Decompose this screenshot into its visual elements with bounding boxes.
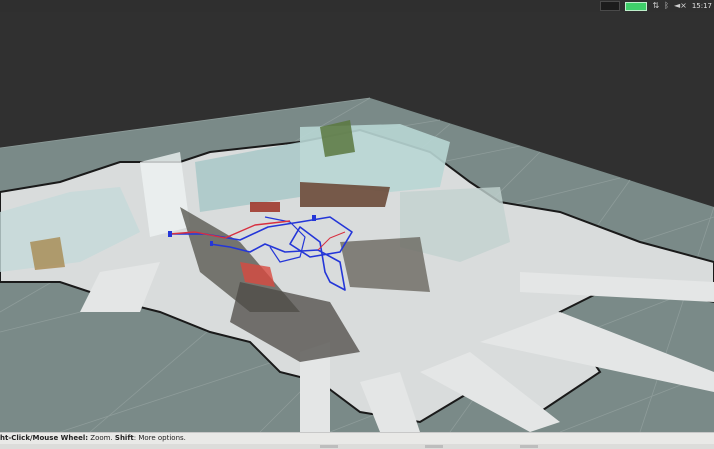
desktop-screen: ⇅ ᛒ ◄× 15:17 ht-Click/Mouse Wheel: Zoom.… — [0, 0, 714, 449]
status-text-2: : More options. — [133, 434, 186, 442]
transfer-arrows-icon[interactable]: ⇅ — [652, 0, 659, 12]
bottom-panel-strip — [0, 444, 714, 449]
system-top-panel: ⇅ ᛒ ◄× 15:17 — [0, 0, 714, 12]
rviz-3d-viewport[interactable] — [0, 12, 714, 432]
network-icon[interactable] — [600, 1, 621, 11]
status-shortcut-1: ht-Click/Mouse Wheel: — [0, 434, 89, 442]
clock[interactable]: 15:17 — [692, 0, 712, 12]
3d-scene[interactable] — [0, 12, 714, 432]
bluetooth-icon[interactable]: ᛒ — [664, 0, 669, 12]
system-tray: ⇅ ᛒ ◄× 15:17 — [600, 0, 714, 12]
panel-handle[interactable] — [425, 445, 443, 448]
battery-icon[interactable] — [625, 1, 648, 11]
panel-handle[interactable] — [320, 445, 338, 448]
status-text-1: Zoom. — [88, 434, 115, 442]
status-shortcut-2: Shift — [114, 434, 134, 442]
panel-handle[interactable] — [520, 445, 538, 448]
status-bar: ht-Click/Mouse Wheel: Zoom. Shift: More … — [0, 432, 714, 444]
volume-icon[interactable]: ◄× — [674, 0, 687, 12]
